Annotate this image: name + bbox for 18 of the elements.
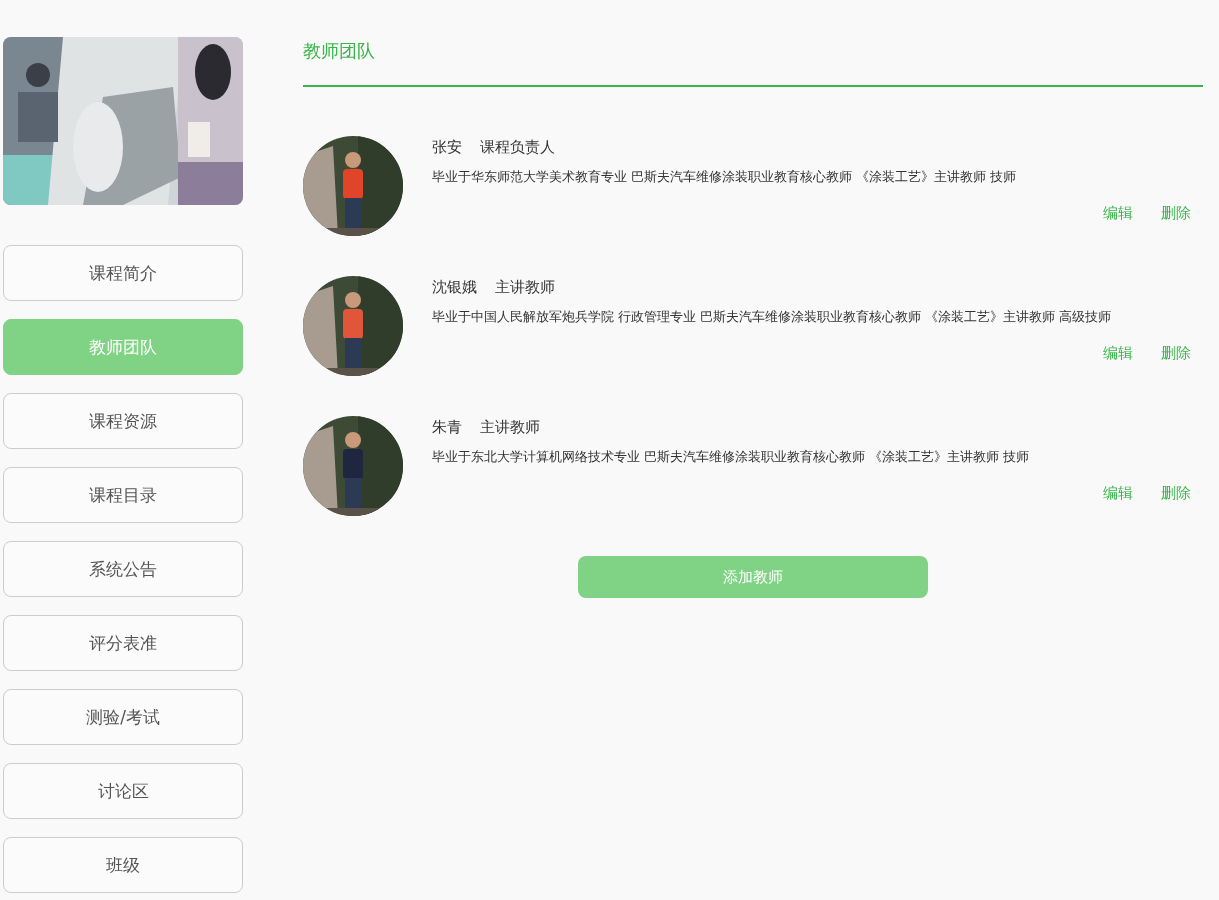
teacher-role: 主讲教师 — [495, 278, 555, 297]
teacher-bio: 毕业于东北大学计算机网络技术专业 巴斯夫汽车维修涂装职业教育核心教师 《涂装工艺》主讲教师 技师 — [432, 449, 1030, 466]
teacher-bio: 毕业于华东师范大学美术教育专业 巴斯夫汽车维修涂装职业教育核心教师 《涂装工艺》主讲教师 技师 — [432, 169, 1017, 186]
nav-item[interactable]: 讨论区 — [3, 763, 243, 819]
nav-item[interactable]: 课程资源 — [3, 393, 243, 449]
nav-item[interactable]: 系统公告 — [3, 541, 243, 597]
nav-item[interactable]: 测验/考试 — [3, 689, 243, 745]
teacher-name: 张安 — [432, 138, 462, 157]
nav-item[interactable]: 评分表准 — [3, 615, 243, 671]
nav-item[interactable]: 班级 — [3, 837, 243, 893]
teacher-role: 课程负责人 — [480, 138, 555, 157]
nav-item[interactable]: 课程目录 — [3, 467, 243, 523]
teacher-bio: 毕业于中国人民解放军炮兵学院 行政管理专业 巴斯夫汽车维修涂装职业教育核心教师 《涂装工艺》主讲教师 高级技师 — [432, 309, 1112, 326]
teacher-name: 朱青 — [432, 418, 462, 437]
teacher-name: 沈银娥 — [432, 278, 477, 297]
teacher-role: 主讲教师 — [480, 418, 540, 437]
nav-item[interactable]: 课程简介 — [3, 245, 243, 301]
section-title: 教师团队 — [303, 40, 375, 61]
